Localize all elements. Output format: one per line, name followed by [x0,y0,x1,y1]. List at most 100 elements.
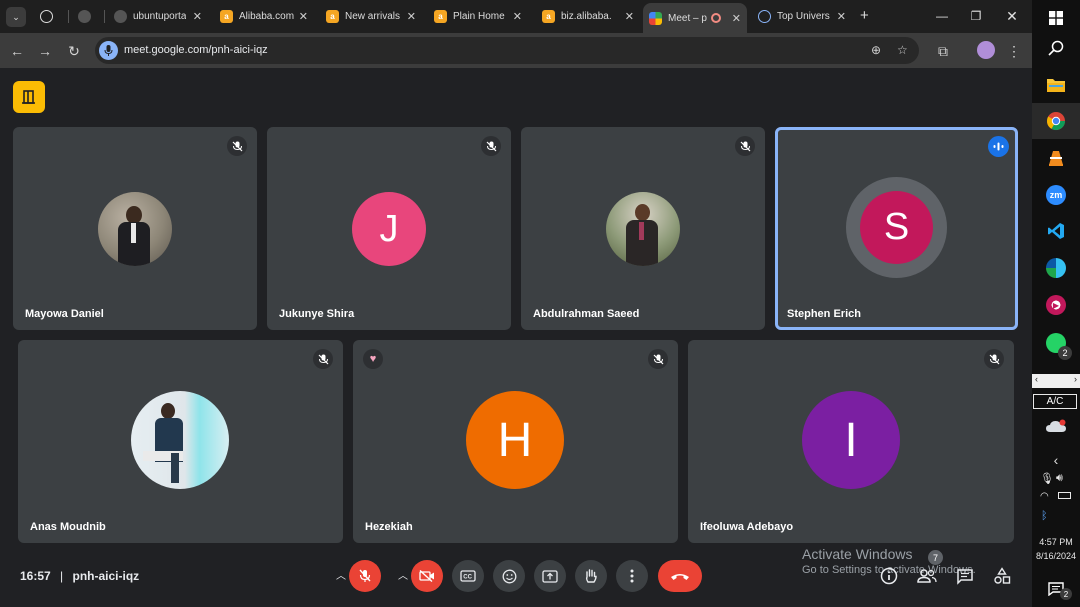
close-icon[interactable]: ✕ [837,10,846,23]
tab-biz-alibaba[interactable]: a biz.alibaba.c ✕ [536,4,640,29]
participant-tile[interactable]: Mayowa Daniel [13,127,257,330]
mic-off-icon [648,349,668,369]
alibaba-icon: a [542,10,555,23]
bluetooth-icon[interactable]: ᛒ [1041,510,1048,522]
meet-stage: Mayowa Daniel J Jukunye Shira Abdulrahma… [0,68,1032,607]
taskbar-date[interactable]: 8/16/2024 [1032,551,1080,561]
browser-toolbar: ← → ↻ meet.google.com/pnh-aici-iqz ⊕ ☆ ⧉… [0,33,1032,68]
minimize-icon[interactable]: — [924,0,960,32]
present-screen-button[interactable] [534,560,566,592]
raise-hand-button[interactable] [575,560,607,592]
file-explorer-icon[interactable] [1032,66,1080,102]
close-icon[interactable]: ✕ [732,12,741,25]
svg-text:CC: CC [463,575,472,581]
meeting-info-badge[interactable] [13,81,45,113]
scroll-left-icon[interactable]: ‹ [1035,374,1038,384]
close-icon[interactable]: ✕ [407,10,416,23]
activities-button[interactable] [990,564,1014,588]
people-button[interactable] [915,564,939,588]
captions-button[interactable]: CC [452,560,484,592]
participant-tile[interactable]: Anas Moudnib [18,340,343,543]
participant-photo [98,192,172,266]
tab-alibaba[interactable]: a Alibaba.com ✕ [214,4,314,29]
tab-plain-home[interactable]: a Plain Home ✕ [428,4,528,29]
menu-kebab-icon[interactable]: ⋮ [1003,40,1025,62]
participant-tile[interactable]: ♥ H Hezekiah [353,340,678,543]
microphone-icon[interactable]: 🎙︎ [1040,472,1054,485]
chevron-up-icon[interactable]: ︿ [335,568,347,582]
participant-avatar: I [802,391,900,489]
new-tab-button[interactable]: + [860,7,869,24]
bookmark-star-icon[interactable]: ☆ [897,43,908,57]
address-bar[interactable]: meet.google.com/pnh-aici-iqz ⊕ ☆ [95,37,919,64]
scroll-right-icon[interactable]: › [1074,374,1077,384]
camera-toggle-button[interactable] [411,560,443,592]
restore-icon[interactable]: ❐ [958,0,994,32]
participant-tile[interactable]: Abdulrahman Saeed [521,127,765,330]
meeting-time: 16:57 [20,569,51,583]
close-icon[interactable]: ✕ [299,10,308,23]
taskbar-scroll[interactable]: ‹ › [1032,374,1080,388]
forward-icon[interactable]: → [34,40,56,62]
mic-off-icon [481,136,501,156]
tab-label: Top Univers [777,11,830,22]
tab-openai[interactable] [34,4,64,29]
tab-meet[interactable]: Meet – p ✕ [643,3,747,33]
alibaba-icon: a [326,10,339,23]
search-icon[interactable] [1032,30,1080,66]
meeting-details-button[interactable] [877,564,901,588]
back-icon[interactable]: ← [6,40,28,62]
tab-label: biz.alibaba.c [561,11,611,22]
wifi-icon[interactable]: ◠ [1040,491,1049,502]
tab-divider [68,10,69,23]
participant-avatar: S [860,191,933,264]
close-window-icon[interactable]: ✕ [994,0,1030,32]
tab-search-button[interactable]: ⌄ [6,7,26,27]
zoom-icon[interactable]: ⊕ [871,43,881,57]
zoom-app-icon[interactable]: zm [1032,177,1080,213]
tab-new-arrivals[interactable]: a New arrivals ✕ [320,4,422,29]
chrome-icon[interactable] [1032,103,1080,139]
camera-off-icon [419,570,434,582]
volume-icon[interactable]: 🔊︎ [1056,472,1063,485]
reload-icon[interactable]: ↻ [63,40,85,62]
whatsapp-icon[interactable]: 2 [1032,325,1080,361]
mic-indicator-icon[interactable] [99,41,118,60]
emoji-icon [502,569,516,583]
github-icon [114,10,127,23]
more-options-button[interactable] [616,560,648,592]
alibaba-icon: a [220,10,233,23]
vscode-icon[interactable] [1032,213,1080,249]
tab-github[interactable] [72,4,102,29]
notifications-icon[interactable]: 2 [1032,571,1080,607]
people-count-badge: 7 [928,550,943,565]
profile-avatar[interactable] [977,41,995,59]
tab-ubuntuportal[interactable]: ubuntuporta ✕ [108,4,208,29]
mic-off-icon [313,349,333,369]
onedrive-icon[interactable] [1032,409,1080,443]
participant-tile[interactable]: J Jukunye Shira [267,127,511,330]
participant-avatar: J [352,192,426,266]
edge-icon[interactable] [1032,250,1080,286]
emoji-reactions-button[interactable] [493,560,525,592]
end-call-icon [671,573,689,580]
taskbar-time[interactable]: 4:57 PM [1032,537,1080,547]
leave-call-button[interactable] [658,560,702,592]
participant-name: Stephen Erich [787,308,861,320]
participant-tile[interactable]: I Ifeoluwa Adebayo [688,340,1014,543]
chat-button[interactable] [953,564,977,588]
media-player-icon[interactable]: ▶ [1032,287,1080,323]
battery-icon[interactable] [1058,492,1071,499]
extensions-icon[interactable]: ⧉ [932,40,954,62]
close-icon[interactable]: ✕ [513,10,522,23]
tab-top-universities[interactable]: Top Univers ✕ [752,4,852,29]
meeting-code: pnh-aici-iqz [72,569,140,583]
chevron-up-icon[interactable]: ︿ [397,568,409,582]
mic-toggle-button[interactable] [349,560,381,592]
close-icon[interactable]: ✕ [625,10,634,23]
vlc-icon[interactable] [1032,140,1080,176]
chat-icon [957,568,973,585]
close-icon[interactable]: ✕ [193,10,202,23]
participant-tile-active-speaker[interactable]: S Stephen Erich [775,127,1018,330]
ac-power-label: A/C [1033,394,1077,409]
